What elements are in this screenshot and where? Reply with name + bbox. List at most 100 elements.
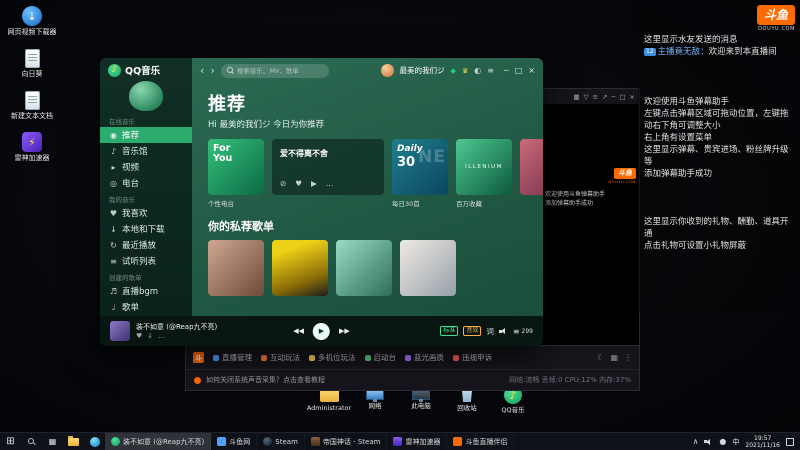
card-label: 每日30首 (392, 200, 420, 208)
interact-play-button[interactable]: 互动玩法 (261, 352, 300, 363)
play-icon[interactable]: ▶ (311, 179, 317, 188)
sidebar-item-video[interactable]: ▸ 视频 (100, 159, 192, 175)
next-track-button[interactable]: ▶▶ (339, 327, 350, 335)
desktop-icon-label: 新建文本文档 (11, 112, 53, 120)
chat-username: 主播竟无敌： (657, 47, 709, 57)
more-icon[interactable]: … (158, 332, 165, 340)
card-photo[interactable] (520, 139, 543, 208)
minimize-button[interactable]: ─ (504, 66, 509, 75)
filter-icon[interactable]: ▽ (584, 93, 589, 101)
taskbar-app-douyu-companion[interactable]: 斗鱼直播伴侣 (447, 433, 515, 450)
previous-track-button[interactable]: ◀◀ (293, 327, 304, 335)
playlist-cover[interactable] (208, 240, 264, 296)
grid-icon[interactable]: ▦ (573, 93, 579, 101)
sidebar-item-trial-list[interactable]: ≡ 试听列表 (100, 253, 192, 269)
card-daily-30[interactable]: Daily 30 NE 每日30首 (392, 139, 448, 208)
sidebar-item-local-downloads[interactable]: ↓ 本地和下载 (100, 221, 192, 237)
sidebar-item-music-hall[interactable]: ♪ 音乐馆 (100, 143, 192, 159)
volume-icon[interactable] (498, 327, 508, 335)
live-manage-button[interactable]: 直播管理 (213, 352, 252, 363)
search-input[interactable] (236, 66, 323, 75)
volume-icon[interactable] (704, 438, 713, 446)
sidebar-item-radio[interactable]: ◎ 电台 (100, 175, 192, 191)
more-icon[interactable]: ⋮ (624, 353, 632, 362)
close-icon[interactable]: × (630, 93, 635, 101)
launchpad-button[interactable]: 启动台 (364, 352, 396, 363)
playlist-cover[interactable] (336, 240, 392, 296)
desktop-icon-downloader[interactable]: ↓ 网页视频下载器 (4, 6, 60, 36)
minimize-icon[interactable]: ─ (611, 93, 615, 101)
taskbar-app-leishen[interactable]: 雷神加速器 (387, 433, 448, 450)
play-button[interactable]: ▶ (313, 322, 330, 340)
appeal-button[interactable]: 违规申诉 (453, 352, 492, 363)
close-button[interactable]: × (528, 66, 535, 75)
game-icon (310, 437, 320, 446)
user-avatar[interactable] (380, 64, 394, 77)
browser-button[interactable] (84, 433, 105, 450)
card-song-promo[interactable]: 爱不得离不舍 ⊘ ♥ ▶ … (272, 139, 384, 208)
menu-icon[interactable]: ≡ (593, 93, 598, 101)
taskbar-app-steam[interactable]: Steam (257, 433, 305, 450)
main-menu-icon[interactable]: ≡ (487, 66, 494, 75)
task-view-button[interactable]: ▦ (42, 433, 63, 450)
playlist-cover[interactable] (272, 240, 328, 296)
quality-tag[interactable]: 标准 (440, 326, 459, 336)
desktop-icon-sunflower[interactable]: 向日葵 (4, 48, 60, 78)
sidebar-item-live-bgm[interactable]: ♬ 直播bgm (100, 283, 192, 299)
maximize-button[interactable]: □ (515, 66, 523, 75)
taskbar-app-myth-of-empires[interactable]: 帝国神话 - Steam (305, 433, 388, 450)
desktop-icon-text-document[interactable]: 新建文本文档 (4, 90, 60, 120)
desktop-icon-label: 雷神加速器 (14, 154, 50, 162)
lyrics-button[interactable]: 词 (486, 326, 494, 337)
taskbar-app-label: 雷神加速器 (405, 437, 441, 446)
download-icon[interactable]: ↓ (147, 332, 153, 340)
forward-icon[interactable]: › (210, 65, 214, 76)
night-mode-icon[interactable]: ☾ (597, 353, 604, 362)
network-icon[interactable]: ● (719, 437, 726, 446)
search-box[interactable] (220, 63, 329, 78)
now-playing-cover[interactable] (110, 321, 130, 341)
tip-text[interactable]: 如何关闭系统声音采集？点击查看教程 (206, 375, 325, 385)
sidebar-item-favorites[interactable]: ♥ 我喜欢 (100, 205, 192, 221)
like-icon[interactable]: ♥ (295, 179, 302, 188)
playlist-cover[interactable] (400, 240, 456, 296)
tray-expand-icon[interactable]: ∧ (693, 437, 699, 446)
dislike-icon[interactable]: ⊘ (280, 179, 286, 188)
windows-icon: ⊞ (6, 436, 15, 447)
skin-icon[interactable]: ◐ (474, 66, 481, 75)
sound-effect-tag[interactable]: 音效 (463, 326, 482, 336)
card-personal-radio[interactable]: For You 个性电台 (208, 139, 264, 208)
fan-level-badge: 12 (644, 48, 656, 56)
file-explorer-button[interactable] (63, 433, 84, 450)
maximize-icon[interactable]: □ (619, 93, 625, 101)
chat-message: 这里显示你收到的礼物、酬勤、道具开通 (644, 217, 789, 239)
desktop-icon-label: Administrator (306, 404, 352, 412)
user-name[interactable]: 最美的我们ジ (400, 65, 445, 76)
sidebar-item-playlist[interactable]: ♩ 歌单 (100, 299, 192, 315)
start-button[interactable]: ⊞ (0, 433, 21, 450)
quality-button[interactable]: 蓝光画质 (405, 352, 444, 363)
more-icon[interactable]: … (326, 179, 334, 188)
card-label: 个性电台 (208, 200, 234, 208)
taskbar-app-douyu-web[interactable]: 斗鱼网 (211, 433, 258, 450)
douyu-danmaku-overlay[interactable]: 斗鱼 DOUYU.COM 这里显示水友发送的消息 12 主播竟无敌：欢迎来到本直播… (638, 0, 800, 312)
back-icon[interactable]: ‹ (200, 65, 204, 76)
notification-center-icon[interactable] (786, 437, 794, 446)
accelerator-icon: ⚡ (22, 132, 42, 152)
card-album[interactable]: ILLENIUM 百万收藏 (456, 139, 512, 208)
play-queue-button[interactable]: ≡ 299 (513, 327, 533, 336)
sidebar-item-recent[interactable]: ↻ 最近播放 (100, 237, 192, 253)
douyu-app-icon: 斗 (193, 352, 204, 363)
taskbar-app-qqmusic[interactable]: 装不如意 (@Reap九不亮) (105, 433, 212, 450)
desktop-icon-leishen[interactable]: ⚡ 雷神加速器 (4, 132, 60, 162)
share-icon[interactable]: ↗ (602, 93, 607, 101)
sidebar-item-recommend[interactable]: ◉ 推荐 (100, 127, 192, 143)
multicam-button[interactable]: 多机位玩法 (309, 352, 356, 363)
tray-clock[interactable]: 19:57 2021/11/16 (745, 435, 780, 449)
douyu-companion-window: ▦ ▽ ≡ ↗ ─ □ × 斗鱼 DOUYU.COM 欢迎使用斗鱼弹幕助手 添加… (540, 88, 640, 350)
layout-icon[interactable]: ▦ (610, 353, 618, 362)
input-method-indicator[interactable]: 中 (732, 437, 739, 447)
taskbar-search-button[interactable] (21, 433, 42, 450)
like-icon[interactable]: ♥ (136, 332, 142, 340)
chat-message: 添加弹幕助手成功 (644, 169, 713, 179)
